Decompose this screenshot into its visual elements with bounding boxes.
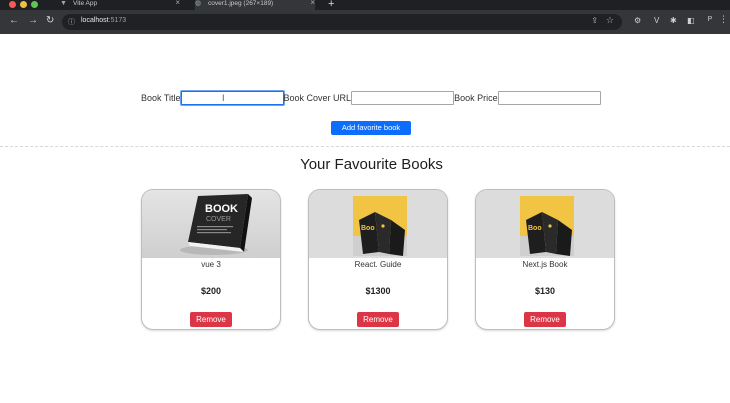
book-name: vue 3	[201, 260, 221, 269]
new-tab-plus-icon[interactable]: +	[328, 0, 334, 10]
address-url: localhost:5173	[81, 17, 127, 24]
bookmark-star-icon[interactable]: ☆	[606, 15, 614, 26]
browser-tab-cover-image[interactable]: ◍ cover1.jpeg (267×189) ×	[195, 0, 315, 10]
profile-avatar[interactable]: P	[704, 14, 716, 26]
book-title-label: Book Title	[141, 93, 181, 103]
svg-text:Boo: Boo	[361, 225, 375, 232]
add-book-form: Book Title Book Cover URL Book Price	[141, 90, 601, 106]
book-name: React. Guide	[354, 260, 402, 269]
reload-icon[interactable]: ↻	[46, 15, 54, 27]
book-card: Boo React. Guide $1300 Remove	[308, 189, 448, 330]
svg-text:Boo: Boo	[528, 225, 542, 232]
favourite-books-heading: Your Favourite Books	[300, 156, 443, 173]
share-icon[interactable]: ⇪	[591, 16, 598, 25]
back-arrow-icon[interactable]: ←	[9, 15, 19, 27]
window-maximize-icon[interactable]	[31, 1, 38, 8]
book-price: $130	[534, 286, 556, 296]
tab-close-icon[interactable]: ×	[310, 0, 315, 7]
book-card: Boo Next.js Book $130 Remove	[475, 189, 615, 330]
site-info-icon[interactable]: ⓘ	[68, 17, 75, 27]
book-price: $200	[200, 286, 222, 296]
address-bar[interactable]: ⓘ localhost:5173 ⇪ ☆	[62, 14, 622, 30]
browser-toolbar: ← → ↻ ⓘ localhost:5173 ⇪ ☆	[0, 10, 730, 34]
extension-gear-icon[interactable]: ⚙	[634, 16, 641, 26]
add-favorite-book-button[interactable]: Add favorite book	[331, 121, 411, 135]
book-price-input[interactable]	[497, 91, 601, 105]
book-cover-mockup-image: BOOK COVER	[142, 190, 280, 258]
window-minimize-icon[interactable]	[20, 1, 27, 8]
section-divider	[0, 146, 730, 147]
remove-book-button[interactable]: Remove	[524, 312, 566, 327]
tab-close-icon[interactable]: ×	[175, 0, 180, 7]
vue-devtools-icon[interactable]: V	[654, 16, 659, 26]
book-price-label: Book Price	[454, 93, 498, 103]
book-title-input[interactable]	[180, 91, 284, 105]
book-card: BOOK COVER vue 3 $200 Remove	[141, 189, 281, 330]
window-close-icon[interactable]	[9, 1, 16, 8]
remove-book-button[interactable]: Remove	[190, 312, 232, 327]
side-panel-icon[interactable]: ◧	[687, 16, 695, 26]
browser-menu-icon[interactable]: ⋮	[719, 14, 728, 24]
tab-title: Vite App	[73, 0, 98, 7]
browser-tab-vite-app[interactable]: ▼ Vite App ×	[60, 0, 180, 10]
svg-text:BOOK: BOOK	[205, 203, 238, 215]
forward-arrow-icon[interactable]: →	[28, 15, 38, 27]
vite-favicon-icon: ▼	[60, 0, 67, 7]
book-cover-url-input[interactable]	[351, 91, 455, 105]
svg-text:COVER: COVER	[206, 216, 231, 223]
text-cursor-icon: I	[222, 93, 225, 103]
remove-book-button[interactable]: Remove	[357, 312, 399, 327]
globe-icon: ◍	[195, 0, 202, 7]
extensions-puzzle-icon[interactable]: ✱	[670, 16, 677, 26]
yellow-book-cover-image: Boo	[476, 190, 614, 258]
book-name: Next.js Book	[522, 260, 568, 269]
book-cover-url-label: Book Cover URL	[283, 93, 352, 103]
book-price: $1300	[365, 286, 391, 296]
browser-tab-bar: ▼ Vite App × ◍ cover1.jpeg (267×189) × +	[0, 0, 730, 10]
yellow-book-cover-image: Boo	[309, 190, 447, 258]
tab-title: cover1.jpeg (267×189)	[208, 0, 274, 7]
